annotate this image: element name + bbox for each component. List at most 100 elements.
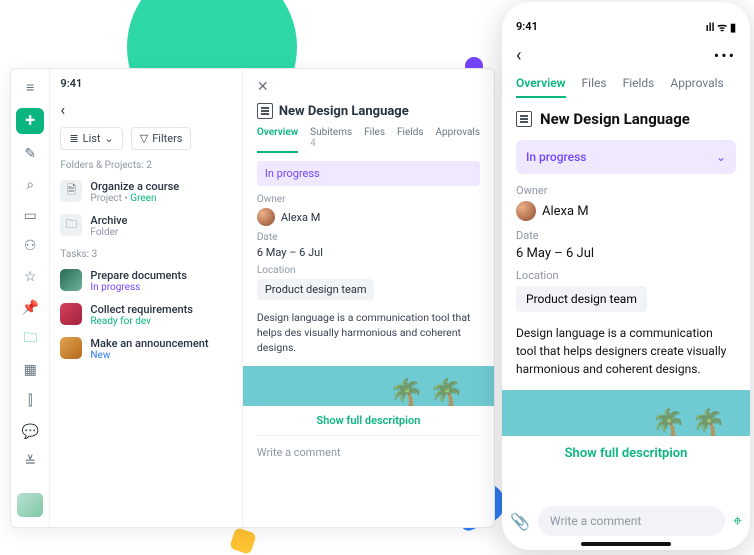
location-label: Location (516, 269, 736, 282)
phone-comment-input[interactable]: Write a comment (538, 506, 725, 536)
owner-avatar (257, 208, 275, 226)
filters-label: Filters (152, 132, 182, 145)
phone-more-button[interactable]: ••• (714, 46, 736, 65)
detail-title: New Design Language (279, 104, 409, 119)
task-status: New (90, 350, 208, 361)
view-list-label: List (83, 132, 101, 145)
tab-approvals[interactable]: Approvals (436, 127, 480, 153)
folder-sub-prefix: Project • (90, 193, 130, 204)
phone-status-text: In progress (526, 150, 586, 164)
bookmark-icon[interactable]: ✎ (19, 144, 41, 165)
date-value: 6 May – 6 Jul (257, 246, 480, 259)
status-chip[interactable]: In progress (257, 161, 480, 186)
task-status: Ready for dev (90, 316, 193, 327)
phone-time: 9:41 (516, 20, 538, 35)
date-label: Date (516, 229, 736, 242)
phone-statusbar: 9:41 ıll ᯤ ▮ (516, 20, 736, 35)
pin-icon[interactable]: 📌 (19, 297, 41, 318)
list-column: 9:41 ‹ ≣ List ⌄ ▽ Filters Folders & Proj… (50, 69, 242, 527)
show-full-button[interactable]: Show full descritpion (257, 406, 480, 435)
task-title: Collect requirements (90, 303, 193, 316)
menu-icon[interactable]: ≡ (19, 77, 41, 98)
phone-tabs: Overview Files Fields Approvals Time t (516, 76, 736, 98)
current-user-avatar[interactable] (17, 493, 43, 517)
view-list-dropdown[interactable]: ≣ List ⌄ (60, 127, 122, 150)
tab-subitems[interactable]: Subitems 4 (310, 127, 352, 153)
assignee-avatar (60, 269, 82, 291)
date-value: 6 May – 6 Jul (516, 246, 736, 261)
detail-tabs: Overview Subitems 4 Files Fields Approva… (257, 127, 480, 153)
search-icon[interactable]: ⌕ (19, 175, 41, 196)
tab-overview[interactable]: Overview (257, 127, 298, 153)
comment-input[interactable]: Write a comment (257, 435, 480, 469)
tab-fields[interactable]: Fields (623, 76, 655, 98)
cover-image: 🌴🌴 (243, 366, 494, 406)
reports-icon[interactable]: ⫿ (19, 391, 41, 412)
folder-sub-accent: Green (130, 193, 156, 204)
phone-back-button[interactable]: ‹ (516, 45, 521, 66)
filters-button[interactable]: ▽ Filters (131, 127, 192, 150)
location-chip[interactable]: Product design team (257, 279, 375, 300)
show-full-button[interactable]: Show full descritpion (516, 436, 736, 471)
inbox-icon[interactable]: ▭ (19, 205, 41, 226)
task-item[interactable]: Prepare documents In progress (60, 264, 231, 298)
project-icon: 🗎 (60, 180, 82, 202)
folder-icon[interactable]: 🗀 (19, 328, 41, 350)
folder-title: Archive (90, 214, 127, 227)
folder-item[interactable]: 🗎 Organize a course Project • Green (60, 175, 231, 209)
task-title: Make an announcement (90, 337, 208, 350)
location-chip[interactable]: Product design team (516, 286, 647, 312)
tab-files[interactable]: Files (364, 127, 385, 153)
team-icon[interactable]: ⚇ (19, 236, 41, 257)
task-item[interactable]: Make an announcement New (60, 332, 231, 366)
window-time: 9:41 (60, 77, 231, 90)
phone-status-chip[interactable]: In progress ⌄ (516, 140, 736, 174)
scan-icon[interactable]: ⌖ (733, 511, 742, 531)
settings-icon[interactable]: ≚ (19, 452, 41, 473)
tab-approvals[interactable]: Approvals (670, 76, 723, 98)
grid-icon[interactable]: ▦ (19, 360, 41, 381)
chevron-down-icon: ⌄ (105, 132, 114, 145)
owner-label: Owner (516, 184, 736, 197)
phone-window: 9:41 ıll ᯤ ▮ ‹ ••• Overview Files Fields… (502, 2, 750, 550)
nav-rail: ≡ + ✎ ⌕ ▭ ⚇ ☆ 📌 🗀 ▦ ⫿ 💬 ≚ (11, 69, 50, 527)
task-status: In progress (90, 282, 186, 293)
desktop-window: ≡ + ✎ ⌕ ▭ ⚇ ☆ 📌 🗀 ▦ ⫿ 💬 ≚ 9:41 ‹ ≣ List … (10, 68, 495, 528)
back-button[interactable]: ‹ (60, 100, 65, 119)
cover-image: 🌴🌴 (502, 390, 750, 436)
chat-icon[interactable]: 💬 (19, 421, 41, 442)
folder-title: Organize a course (90, 180, 179, 193)
assignee-avatar (60, 337, 82, 359)
task-title: Prepare documents (90, 269, 186, 282)
folder-item[interactable]: 🗀 Archive Folder (60, 209, 231, 243)
date-label: Date (257, 232, 480, 243)
close-button[interactable]: ✕ (257, 79, 269, 95)
phone-status-icons: ıll ᯤ ▮ (706, 20, 736, 35)
tab-fields[interactable]: Fields (397, 127, 424, 153)
add-button[interactable]: + (16, 108, 44, 134)
document-icon (516, 111, 532, 127)
decor-blob-yellow (229, 527, 257, 555)
owner-label: Owner (257, 194, 480, 205)
tasks-header: Tasks: 3 (60, 249, 231, 260)
attach-icon[interactable]: 📎 (510, 512, 530, 531)
folders-header: Folders & Projects: 2 (60, 160, 231, 171)
description-text: Design language is a communication tool … (257, 310, 480, 356)
owner-name: Alexa M (542, 204, 589, 219)
folder-sub: Folder (90, 227, 127, 238)
phone-home-indicator (581, 542, 671, 546)
detail-pane: ✕ New Design Language Overview Subitems … (243, 69, 494, 527)
star-icon[interactable]: ☆ (19, 267, 41, 288)
document-icon (257, 103, 273, 119)
tab-files[interactable]: Files (582, 76, 607, 98)
task-item[interactable]: Collect requirements Ready for dev (60, 298, 231, 332)
phone-title: New Design Language (540, 110, 690, 128)
owner-avatar (516, 201, 536, 221)
tab-overview[interactable]: Overview (516, 76, 566, 98)
location-label: Location (257, 265, 480, 276)
assignee-avatar (60, 303, 82, 325)
folder-glyph-icon: 🗀 (60, 214, 82, 236)
chevron-down-icon: ⌄ (716, 150, 726, 164)
owner-name: Alexa M (281, 211, 320, 224)
description-text: Design language is a communication tool … (516, 324, 736, 378)
